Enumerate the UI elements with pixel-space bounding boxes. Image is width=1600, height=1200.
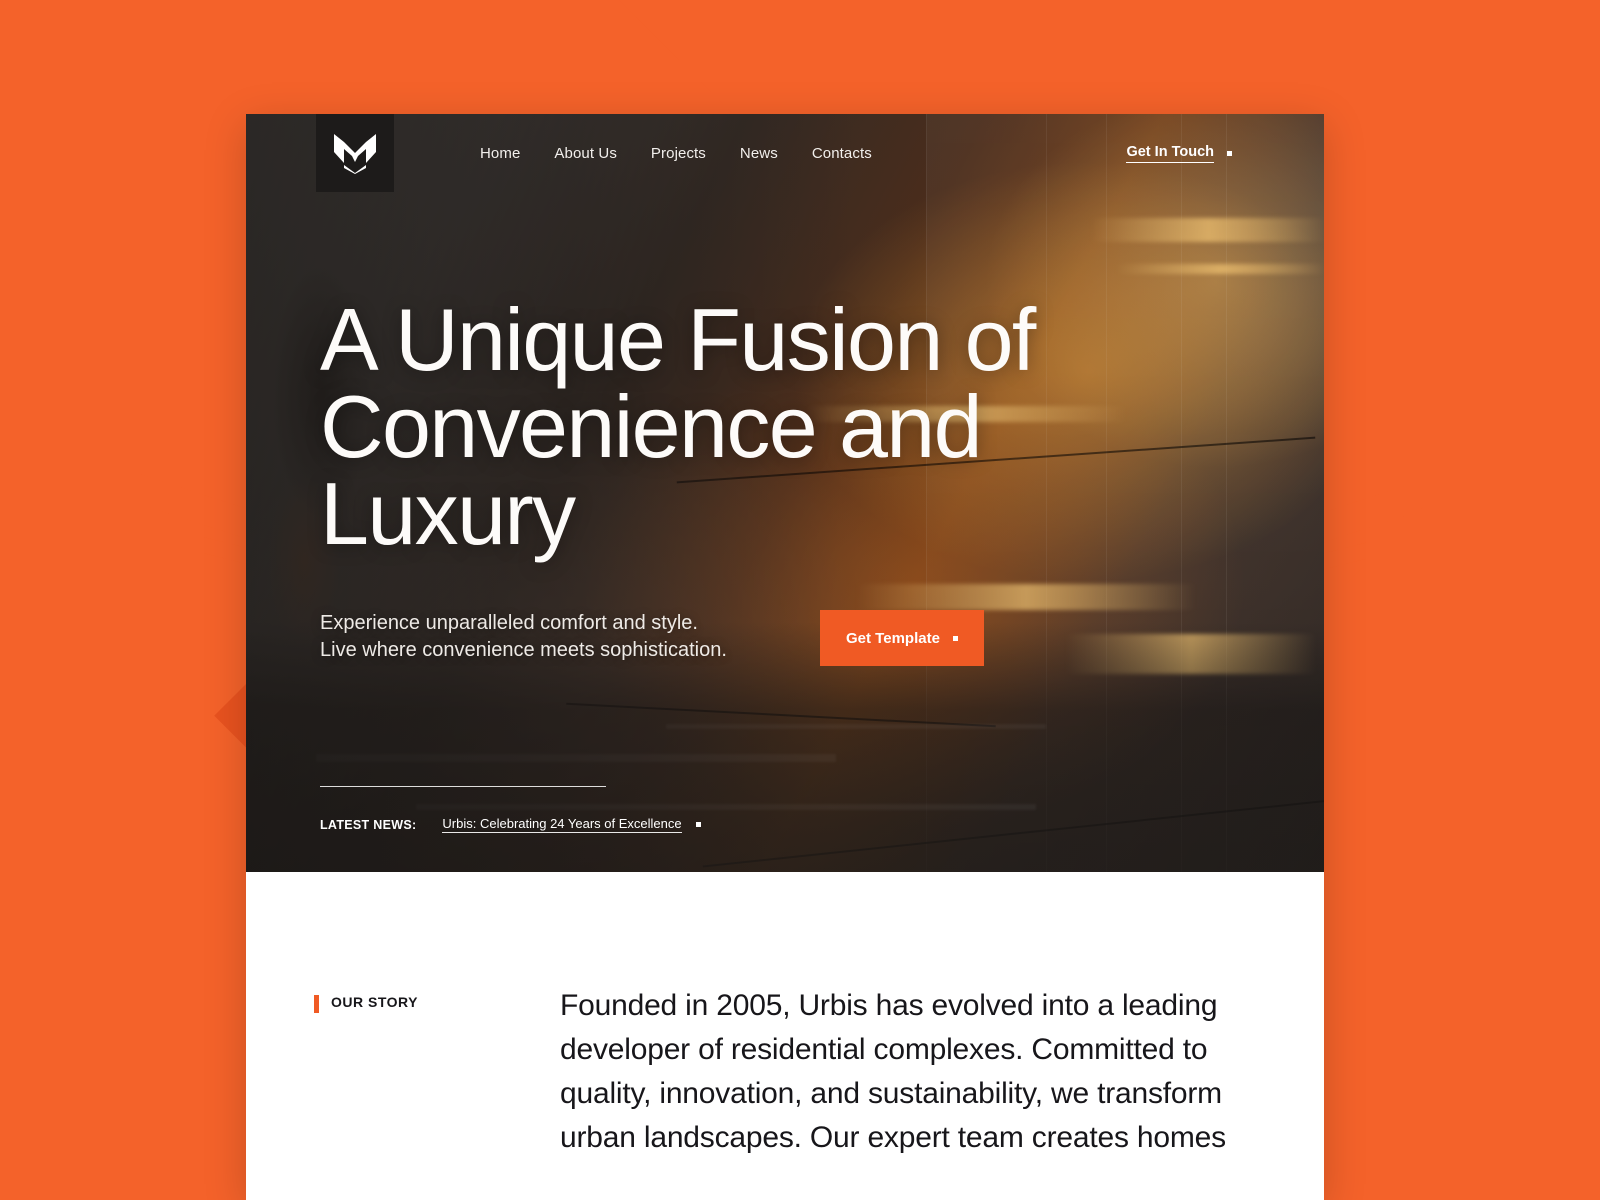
news-divider bbox=[320, 786, 606, 787]
page-title: A Unique Fusion of Convenience and Luxur… bbox=[320, 296, 1080, 558]
nav-item-projects[interactable]: Projects bbox=[651, 145, 706, 162]
hero-title-line-3: Luxury bbox=[320, 464, 576, 564]
latest-news-bar: LATEST NEWS: Urbis: Celebrating 24 Years… bbox=[320, 816, 701, 833]
logo-button[interactable] bbox=[316, 114, 394, 192]
header-cta-group: Get In Touch bbox=[1126, 144, 1232, 163]
square-dot-icon bbox=[952, 635, 958, 641]
primary-nav: Home About Us Projects News Contacts bbox=[480, 145, 872, 162]
latest-news-link[interactable]: Urbis: Celebrating 24 Years of Excellenc… bbox=[442, 816, 682, 833]
hero-subtitle-line-1: Experience unparalleled comfort and styl… bbox=[320, 612, 698, 634]
get-in-touch-link[interactable]: Get In Touch bbox=[1126, 144, 1214, 163]
our-story-eyebrow: OUR STORY bbox=[331, 994, 418, 1010]
hero-subtitle: Experience unparalleled comfort and styl… bbox=[320, 610, 820, 664]
accent-bar-icon bbox=[314, 995, 319, 1013]
hero-section: Home About Us Projects News Contacts Get… bbox=[246, 114, 1324, 872]
square-dot-icon bbox=[695, 822, 701, 827]
hero-title-line-2: Convenience and bbox=[320, 377, 983, 477]
nav-item-news[interactable]: News bbox=[740, 145, 778, 162]
get-template-label: Get Template bbox=[846, 629, 940, 647]
hero-subtitle-row: Experience unparalleled comfort and styl… bbox=[320, 610, 1260, 666]
our-story-body: Founded in 2005, Urbis has evolved into … bbox=[560, 989, 1226, 1155]
hero-title-line-1: A Unique Fusion of bbox=[320, 290, 1036, 389]
hero-subtitle-line-2: Live where convenience meets sophisticat… bbox=[320, 639, 727, 661]
our-story-section: OUR STORY Founded in 2005, Urbis has evo… bbox=[246, 872, 1324, 1161]
square-dot-icon bbox=[1227, 150, 1232, 156]
nav-item-home[interactable]: Home bbox=[480, 145, 520, 162]
our-story-eyebrow-group: OUR STORY bbox=[246, 984, 486, 1160]
nav-item-about-us[interactable]: About Us bbox=[554, 145, 617, 162]
urbis-logo-icon bbox=[332, 132, 378, 174]
nav-item-contacts[interactable]: Contacts bbox=[812, 145, 872, 162]
latest-news-label: LATEST NEWS: bbox=[320, 817, 417, 832]
hero-content: A Unique Fusion of Convenience and Luxur… bbox=[320, 296, 1080, 558]
site-header: Home About Us Projects News Contacts Get… bbox=[246, 114, 1324, 192]
get-template-button[interactable]: Get Template bbox=[820, 610, 984, 666]
website-mockup-card: Home About Us Projects News Contacts Get… bbox=[246, 114, 1324, 1200]
